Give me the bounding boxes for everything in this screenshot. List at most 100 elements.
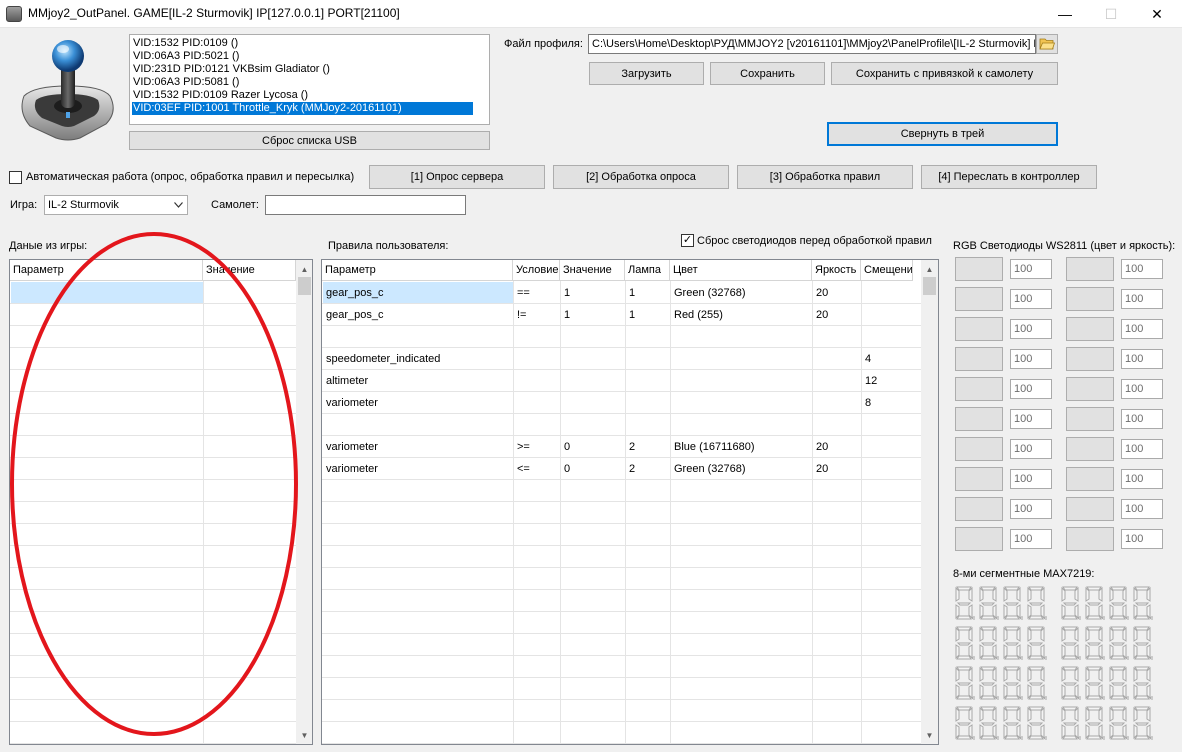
led-color-button[interactable] [1066,407,1114,431]
led-color-button[interactable] [1066,377,1114,401]
rule-cell[interactable]: 2 [626,458,670,480]
led-brightness-field[interactable]: 100 [1121,529,1163,549]
led-brightness-field[interactable]: 100 [1010,499,1052,519]
title-bar[interactable]: MMjoy2_OutPanel. GAME[IL-2 Sturmovik] IP… [0,0,1182,28]
column-header-parameter[interactable]: Параметр [322,260,513,281]
led-color-button[interactable] [955,347,1003,371]
rule-cell[interactable] [561,348,625,370]
rule-cell[interactable] [671,370,812,392]
rule-cell[interactable]: <= [514,458,560,480]
usb-device-item[interactable]: VID:231D PID:0121 VKBsim Gladiator () [132,63,330,76]
step4-send-to-controller-button[interactable]: [4] Переслать в контроллер [921,165,1097,189]
browse-profile-button[interactable] [1036,34,1058,54]
rule-cell[interactable] [561,392,625,414]
led-color-button[interactable] [1066,317,1114,341]
led-brightness-field[interactable]: 100 [1010,409,1052,429]
reset-leds-checkbox[interactable]: ✓ [681,234,694,247]
led-brightness-field[interactable]: 100 [1121,499,1163,519]
rule-cell[interactable]: 12 [862,370,913,392]
led-brightness-field[interactable]: 100 [1121,349,1163,369]
rule-cell[interactable]: Red (255) [671,304,812,326]
column-header-value[interactable]: Значение [203,260,296,281]
led-color-button[interactable] [955,437,1003,461]
column-header-lamp[interactable]: Лампа [625,260,670,281]
rule-cell[interactable]: speedometer_indicated [323,348,513,370]
rule-cell[interactable] [813,348,861,370]
profile-path-field[interactable]: C:\Users\Home\Desktop\РУД\MMJOY2 [v20161… [588,34,1036,54]
rule-cell[interactable]: variometer [323,458,513,480]
save-with-aircraft-button[interactable]: Сохранить с привязкой к самолету [831,62,1058,85]
rule-cell[interactable]: 0 [561,436,625,458]
led-color-button[interactable] [1066,497,1114,521]
rule-cell[interactable] [862,282,913,304]
rules-scrollbar[interactable]: ▲ ▼ [921,260,938,744]
rule-cell[interactable] [514,392,560,414]
rule-cell[interactable]: altimeter [323,370,513,392]
rule-cell[interactable] [514,414,560,436]
load-profile-button[interactable]: Загрузить [589,62,704,85]
game-select[interactable]: IL-2 Sturmovik [44,195,188,215]
usb-device-item[interactable]: VID:1532 PID:0109 Razer Lycosa () [132,89,308,102]
column-header-condition[interactable]: Условие [513,260,560,281]
led-color-button[interactable] [955,407,1003,431]
rule-cell[interactable] [514,348,560,370]
led-color-button[interactable] [1066,347,1114,371]
game-data-grid[interactable]: Параметр Значение ▲ ▼ [9,259,313,745]
rule-cell[interactable] [671,414,812,436]
led-color-button[interactable] [955,377,1003,401]
game-data-scrollbar[interactable]: ▲ ▼ [296,260,312,744]
aircraft-field[interactable] [265,195,466,215]
led-brightness-field[interactable]: 100 [1010,439,1052,459]
rule-cell[interactable]: 20 [813,282,861,304]
reset-usb-list-button[interactable]: Сброс списка USB [129,131,490,150]
usb-device-list[interactable]: VID:1532 PID:0109 () VID:06A3 PID:5021 (… [129,34,490,125]
led-brightness-field[interactable]: 100 [1010,469,1052,489]
scroll-down-icon[interactable]: ▼ [296,727,312,744]
selected-cell[interactable] [11,282,203,304]
rule-cell[interactable]: 2 [626,436,670,458]
rule-cell[interactable] [323,414,513,436]
rule-cell[interactable]: 1 [561,304,625,326]
rule-cell[interactable]: Green (32768) [671,282,812,304]
rule-cell[interactable]: 0 [561,458,625,480]
rule-cell[interactable] [671,348,812,370]
rule-cell[interactable]: 1 [626,304,670,326]
rule-cell[interactable]: == [514,282,560,304]
rule-cell[interactable] [862,304,913,326]
rule-cell[interactable]: variometer [323,436,513,458]
led-color-button[interactable] [1066,437,1114,461]
rule-cell[interactable]: variometer [323,392,513,414]
led-color-button[interactable] [955,257,1003,281]
step1-poll-server-button[interactable]: [1] Опрос сервера [369,165,545,189]
rule-cell[interactable] [813,326,861,348]
rule-cell[interactable] [561,370,625,392]
led-brightness-field[interactable]: 100 [1010,319,1052,339]
led-brightness-field[interactable]: 100 [1121,409,1163,429]
rule-cell[interactable] [626,370,670,392]
rule-cell[interactable] [323,326,513,348]
led-brightness-field[interactable]: 100 [1010,529,1052,549]
rule-cell[interactable] [862,436,913,458]
rules-grid[interactable]: Параметр Условие Значение Лампа Цвет Ярк… [321,259,939,745]
led-brightness-field[interactable]: 100 [1010,379,1052,399]
column-header-parameter[interactable]: Параметр [10,260,203,281]
rule-cell[interactable]: Blue (16711680) [671,436,812,458]
minimize-icon[interactable]: — [1042,0,1088,28]
rule-cell[interactable] [626,326,670,348]
rule-cell[interactable] [514,326,560,348]
scroll-up-icon[interactable]: ▲ [296,261,312,278]
led-brightness-field[interactable]: 100 [1010,349,1052,369]
rule-cell[interactable]: gear_pos_c [323,304,513,326]
usb-device-item-selected[interactable]: VID:03EF PID:1001 Throttle_Kryk (MMJoy2-… [132,102,473,115]
led-brightness-field[interactable]: 100 [1121,259,1163,279]
scroll-thumb[interactable] [298,277,311,295]
led-color-button[interactable] [1066,527,1114,551]
step3-process-rules-button[interactable]: [3] Обработка правил [737,165,913,189]
led-color-button[interactable] [1066,287,1114,311]
column-header-value[interactable]: Значение [560,260,625,281]
rule-cell[interactable] [862,414,913,436]
usb-device-item[interactable]: VID:1532 PID:0109 () [132,37,238,50]
column-header-offset[interactable]: Смещение [861,260,913,281]
rule-cell[interactable] [626,348,670,370]
rule-cell[interactable] [862,326,913,348]
